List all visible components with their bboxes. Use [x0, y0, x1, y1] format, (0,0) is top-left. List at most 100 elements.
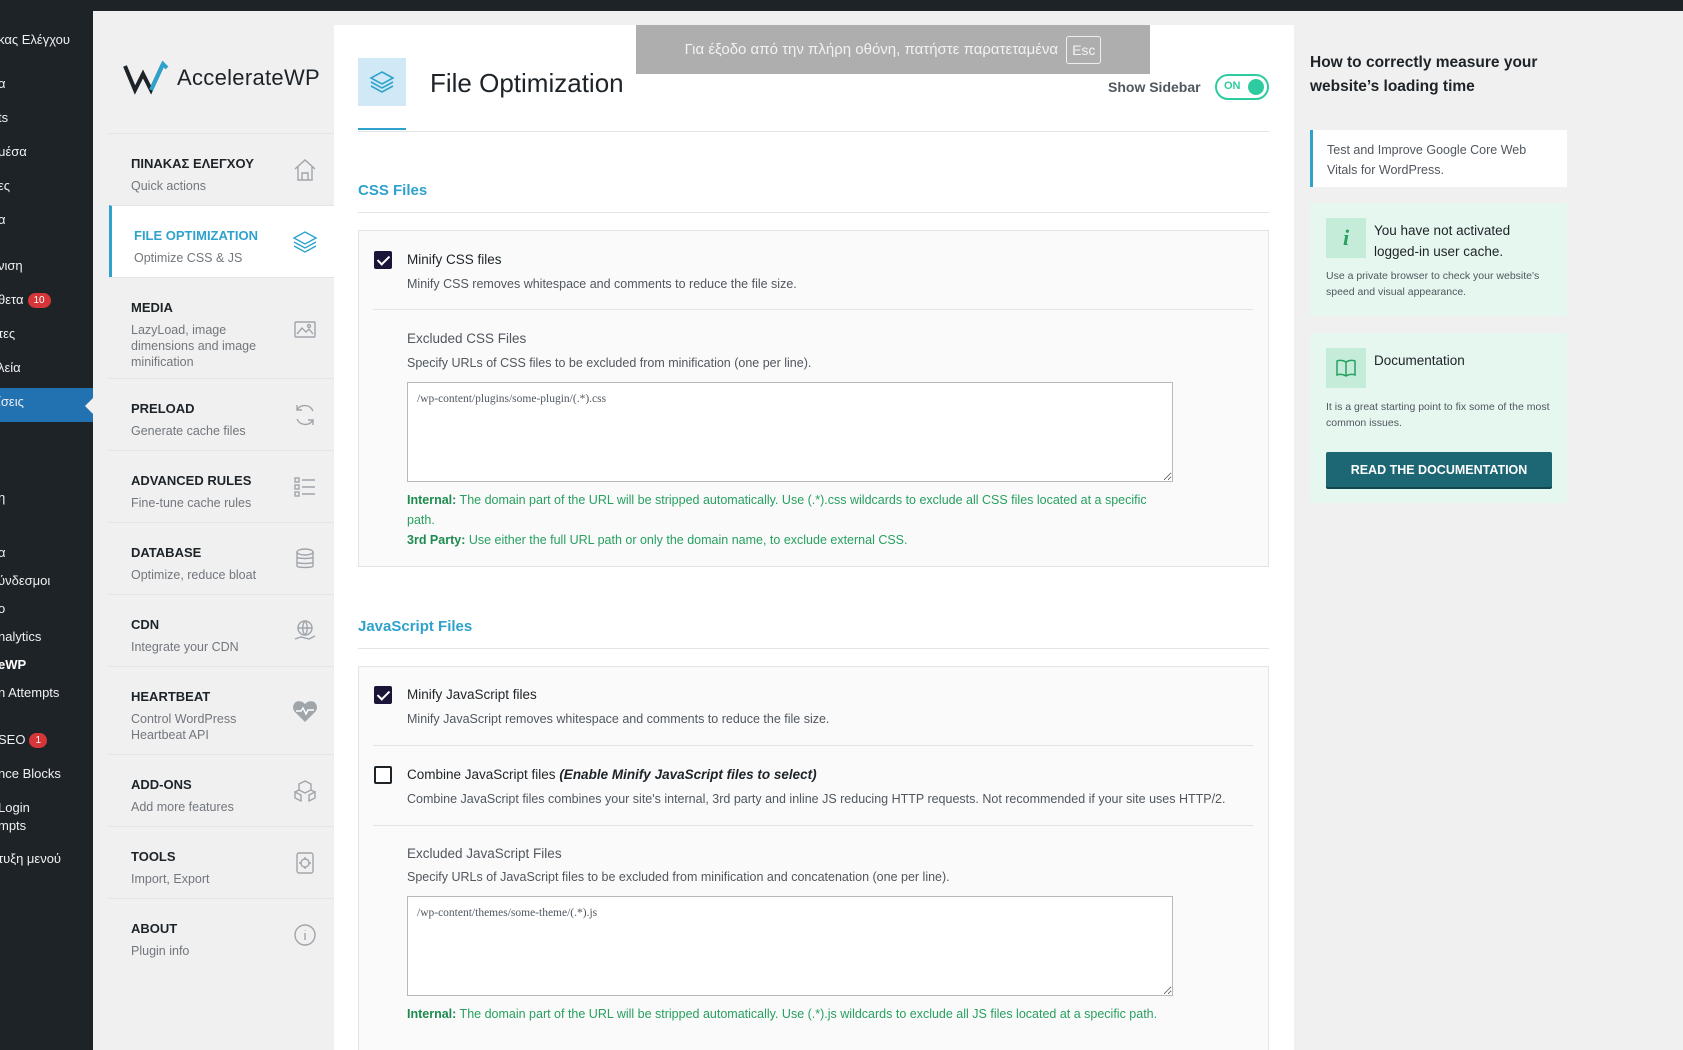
fullscreen-tip-text: Για έξοδο από την πλήρη οθόνη, πατήστε π… — [684, 41, 1059, 58]
css-3rd-party-note-text: Use either the full URL path or only the… — [465, 533, 908, 547]
nav-item-subtitle: Import, Export — [131, 872, 210, 886]
combine-js-label-note: (Enable Minify JavaScript files to selec… — [559, 767, 817, 782]
nav-item-about[interactable]: ABOUT Plugin info — [109, 898, 334, 970]
nav-item-title: ABOUT — [131, 921, 178, 936]
wp-menu-item[interactable]: ίσεις — [0, 394, 93, 409]
nav-item-title: ADVANCED RULES — [131, 473, 252, 488]
nav-item-title: PRELOAD — [131, 401, 195, 416]
nav-item-[interactable]: ΠΙΝΑΚΑΣ ΕΛΕΓΧΟΥ Quick actions — [109, 133, 334, 205]
css-internal-note: Internal: The domain part of the URL wil… — [407, 490, 1167, 530]
css-internal-note-label: Internal: — [407, 493, 457, 507]
wp-menu-item[interactable]: κας Ελέγχου — [0, 32, 93, 47]
logo-text: AccelerateWP — [177, 65, 320, 90]
minify-css-description: Minify CSS removes whitespace and commen… — [407, 277, 797, 291]
wp-menu-item-label: mpts — [0, 818, 27, 833]
nav-item-subtitle: LazyLoad, image dimensions and image min… — [131, 323, 257, 369]
nav-item-subtitle: Add more features — [131, 800, 234, 814]
nav-item-advanced-rules[interactable]: ADVANCED RULES Fine-tune cache rules — [109, 450, 334, 522]
home-icon — [292, 157, 318, 183]
wp-menu-item[interactable]: θετα 10 — [0, 292, 93, 309]
wp-menu-item-label: α — [0, 545, 6, 560]
wp-menu-item[interactable]: μέσα — [0, 144, 93, 159]
layers-icon — [358, 58, 406, 106]
wp-menu-item[interactable]: α — [0, 212, 93, 227]
wp-menu-item[interactable]: α — [0, 76, 93, 91]
read-documentation-button[interactable]: READ THE DOCUMENTATION — [1326, 452, 1552, 487]
nav-item-subtitle: Integrate your CDN — [131, 640, 239, 654]
minify-js-label: Minify JavaScript files — [407, 687, 537, 702]
js-inner-divider-1 — [373, 745, 1253, 746]
wp-menu-item[interactable]: ες — [0, 178, 93, 193]
nav-item-preload[interactable]: PRELOAD Generate cache files — [109, 378, 334, 450]
wp-menu-item[interactable]: τες — [0, 326, 93, 341]
wp-menu-item-label: α — [0, 76, 6, 91]
wp-menu-item[interactable]: ύνδεσμοι — [0, 573, 93, 588]
wp-menu-item-label: nce Blocks — [0, 766, 61, 781]
nav-item-heartbeat[interactable]: HEARTBEAT Control WordPress Heartbeat API — [109, 666, 334, 754]
documentation-title: Documentation — [1374, 353, 1465, 368]
wp-menu-item[interactable]: λεία — [0, 360, 93, 375]
minify-js-checkbox[interactable] — [374, 686, 392, 704]
nav-item-title: ADD-ONS — [131, 777, 192, 792]
wp-menu-item-label: SEO — [0, 732, 26, 747]
book-icon — [1326, 348, 1366, 388]
wp-menu-item[interactable]: n Attempts — [0, 685, 93, 700]
js-inner-divider-2 — [373, 825, 1253, 826]
wp-menu-item[interactable]: τυξη μενού — [0, 851, 93, 866]
excluded-css-textarea[interactable] — [407, 382, 1173, 482]
wp-menu-item[interactable]: ο — [0, 601, 93, 616]
sidebar-title: How to correctly measure your website’s … — [1310, 54, 1538, 95]
nav-item-tools[interactable]: TOOLS Import, Export — [109, 826, 334, 898]
nav-item-subtitle: Plugin info — [131, 944, 190, 958]
nav-item-cdn[interactable]: CDN Integrate your CDN — [109, 594, 334, 666]
wp-menu-item-label: τες — [0, 326, 16, 341]
wp-menu-item[interactable]: nce Blocks — [0, 766, 93, 781]
wp-menu-item[interactable]: η — [0, 490, 93, 505]
wp-menu-item-label: λεία — [0, 360, 21, 375]
cache-notice-text: Use a private browser to check your webs… — [1326, 270, 1540, 298]
list-icon — [292, 474, 318, 500]
wp-menu-item[interactable]: ts — [0, 110, 93, 125]
wp-menu-item-label: ύνδεσμοι — [0, 573, 51, 588]
css-inner-divider — [373, 309, 1253, 310]
page-title: File Optimization — [430, 68, 624, 98]
nav-item-file-optimization[interactable]: FILE OPTIMIZATION Optimize CSS & JS — [109, 205, 334, 277]
wp-admin-menu: κας Ελέγχου α ts μέσα ες α νιση θετα10 τες λεία ίσ… — [0, 11, 93, 1050]
wp-menu-item-label: κας Ελέγχου — [0, 32, 71, 47]
nav-item-subtitle: Optimize CSS & JS — [134, 251, 243, 265]
wp-menu-item[interactable]: mpts — [0, 818, 93, 833]
nav-item-subtitle: Quick actions — [131, 179, 207, 193]
fullscreen-exit-tooltip: Για έξοδο από την πλήρη οθόνη, πατήστε π… — [636, 25, 1150, 74]
info-icon: i — [1326, 218, 1366, 258]
info-icon — [292, 922, 318, 948]
nav-item-subtitle: Generate cache files — [131, 424, 246, 438]
wp-menu-item-label: ες — [0, 178, 11, 193]
core-web-vitals-link[interactable]: Test and Improve Google Core Web Vitals … — [1310, 130, 1567, 187]
excluded-js-description: Specify URLs of JavaScript files to be e… — [407, 870, 950, 884]
excluded-js-textarea[interactable] — [407, 896, 1173, 996]
nav-item-media[interactable]: MEDIA LazyLoad, image dimensions and imag… — [109, 277, 334, 378]
refresh-icon — [292, 402, 318, 428]
nav-item-title: FILE OPTIMIZATION — [134, 228, 258, 243]
wp-menu-item[interactable]: SEO 1 — [0, 732, 93, 749]
wp-menu-item[interactable]: νιση — [0, 258, 93, 273]
page-icon-underline — [358, 128, 406, 130]
js-internal-note-text: The domain part of the URL will be strip… — [456, 1007, 1158, 1021]
update-count-badge: 1 — [29, 733, 48, 749]
admin-bar — [0, 0, 1683, 11]
toggle-label: ON — [1224, 80, 1241, 92]
wp-menu-item[interactable]: α — [0, 545, 93, 560]
wp-menu-item[interactable]: nalytics — [0, 629, 93, 644]
combine-js-checkbox[interactable] — [374, 766, 392, 784]
nav-item-database[interactable]: DATABASE Optimize, reduce bloat — [109, 522, 334, 594]
minify-css-label: Minify CSS files — [407, 252, 502, 267]
wp-menu-item[interactable]: Login — [0, 800, 93, 815]
globe-hand-icon — [292, 618, 318, 644]
minify-css-checkbox[interactable] — [374, 251, 392, 269]
header-divider — [358, 131, 1269, 132]
wp-menu-item[interactable]: eWP — [0, 657, 93, 672]
show-sidebar-toggle[interactable]: ON — [1215, 74, 1269, 100]
nav-item-add-ons[interactable]: ADD-ONS Add more features — [109, 754, 334, 826]
javascript-files-heading: JavaScript Files — [358, 618, 473, 635]
combine-js-description: Combine JavaScript files combines your s… — [407, 792, 1226, 806]
